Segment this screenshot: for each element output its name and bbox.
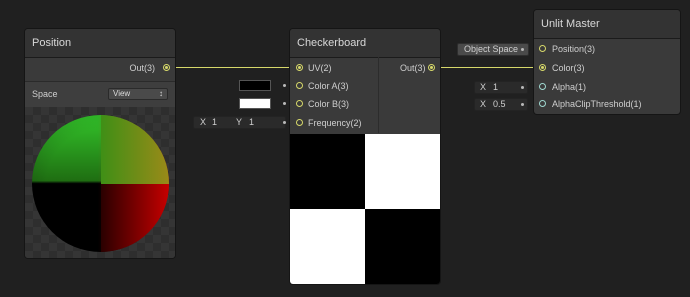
frequency-y-input[interactable]: 1 — [249, 117, 254, 128]
checkerboard-node[interactable]: Checkerboard UV(2) Color A(3) Color B(3)… — [290, 29, 440, 284]
alpha-clip-input-label: AlphaClipThreshold(1) — [552, 99, 642, 109]
space-dropdown[interactable]: View ↕ — [108, 88, 168, 100]
frequency-connector-dot — [283, 121, 286, 124]
space-dropdown-value: View — [113, 89, 131, 98]
frequency-y-label: Y — [236, 117, 243, 127]
object-space-value: Object Space — [464, 44, 519, 54]
checkerboard-node-header[interactable]: Checkerboard — [290, 29, 440, 58]
position-node[interactable]: Position Out(3) Space View ↕ — [25, 29, 175, 258]
position-preview — [25, 107, 175, 258]
position-preview-sphere — [32, 115, 169, 252]
color-b-input-port[interactable] — [296, 100, 303, 107]
checker-cell-top-left — [290, 134, 365, 209]
position-input-label: Position(3) — [552, 44, 596, 54]
unlit-master-title: Unlit Master — [541, 18, 600, 30]
position-settings-row: Space View ↕ — [25, 81, 175, 107]
checkerboard-preview — [290, 134, 440, 284]
checkerboard-io-divider — [378, 57, 379, 133]
color-a-input-label: Color A(3) — [308, 81, 349, 91]
position-output-port[interactable] — [163, 64, 170, 71]
checkerboard-node-title: Checkerboard — [297, 37, 367, 49]
unlit-master-header[interactable]: Unlit Master — [534, 10, 680, 39]
uv-input-label: UV(2) — [308, 63, 332, 73]
dropdown-arrow-icon: ↕ — [159, 89, 163, 98]
position-node-title: Position — [32, 37, 72, 49]
alpha-x-label: X — [480, 82, 487, 92]
alpha-input-label: Alpha(1) — [552, 82, 587, 92]
alpha-value[interactable]: 1 — [493, 82, 498, 93]
color-a-input-port[interactable] — [296, 82, 303, 89]
frequency-x-input[interactable]: 1 — [212, 117, 217, 128]
alpha-clip-x-label: X — [480, 99, 487, 109]
checker-cell-top-right — [365, 134, 440, 209]
object-space-field[interactable]: Object Space — [457, 43, 529, 56]
alpha-clip-connector-dot — [521, 103, 524, 106]
uv-input-port[interactable] — [296, 64, 303, 71]
alpha-clip-field[interactable]: X 0.5 — [474, 98, 528, 111]
unlit-master-node[interactable]: Unlit Master Position(3) Color(3) Alpha(… — [534, 10, 680, 114]
wire-position-to-uv[interactable] — [171, 67, 296, 68]
alpha-field[interactable]: X 1 — [474, 81, 528, 94]
color-input-label: Color(3) — [552, 63, 585, 73]
alpha-connector-dot — [521, 86, 524, 89]
checkerboard-output-port[interactable] — [428, 64, 435, 71]
wire-checkerboard-to-color[interactable] — [435, 67, 537, 68]
checker-cell-bottom-left — [290, 209, 365, 284]
frequency-input-port[interactable] — [296, 119, 303, 126]
color-a-swatch[interactable] — [239, 80, 271, 91]
frequency-x-label: X — [200, 117, 207, 127]
alpha-clip-value[interactable]: 0.5 — [493, 99, 506, 110]
position-output-label: Out(3) — [129, 63, 155, 73]
checkerboard-output-label: Out(3) — [400, 63, 426, 73]
color-b-connector-dot — [283, 102, 286, 105]
space-label: Space — [32, 89, 58, 99]
color-input-port[interactable] — [539, 64, 546, 71]
color-a-connector-dot — [283, 84, 286, 87]
position-node-header[interactable]: Position — [25, 29, 175, 58]
color-b-swatch[interactable] — [239, 98, 271, 109]
frequency-field[interactable]: X 1 Y 1 — [193, 116, 286, 129]
position-input-port[interactable] — [539, 45, 546, 52]
checker-cell-bottom-right — [365, 209, 440, 284]
position-connector-dot — [521, 48, 524, 51]
alpha-clip-input-port[interactable] — [539, 100, 546, 107]
color-b-input-label: Color B(3) — [308, 99, 350, 109]
frequency-input-label: Frequency(2) — [308, 118, 362, 128]
alpha-input-port[interactable] — [539, 83, 546, 90]
